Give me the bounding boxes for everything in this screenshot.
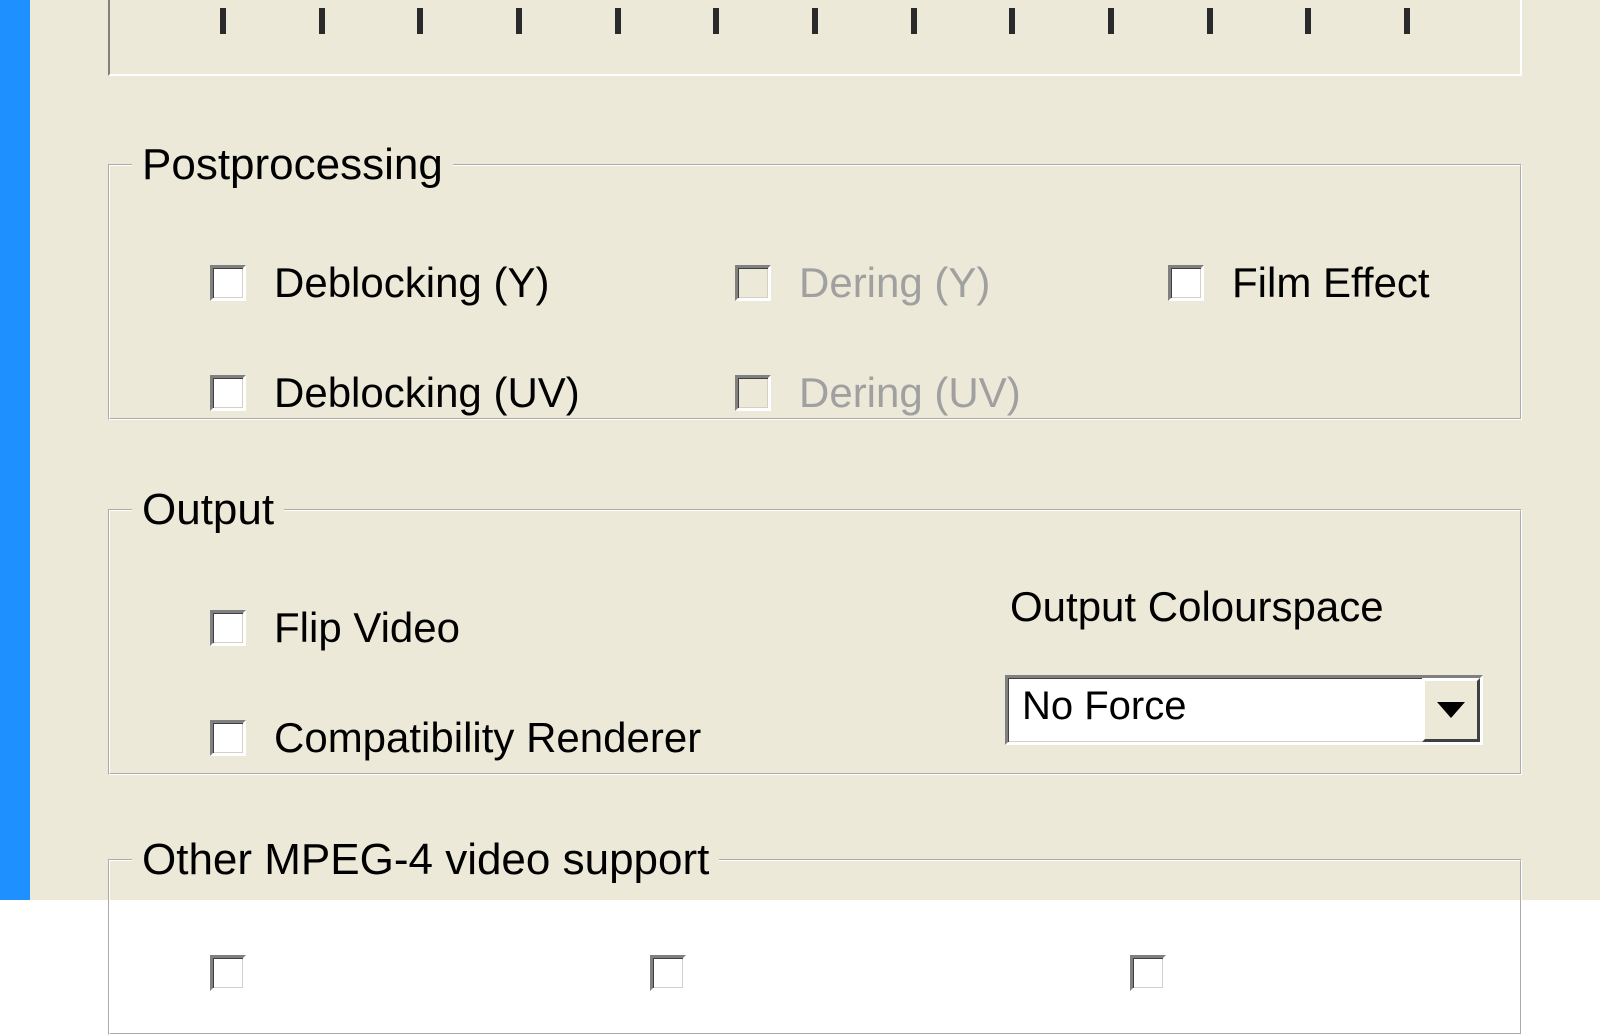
slider-tick	[319, 8, 325, 34]
checkbox-box-icon	[735, 265, 771, 301]
group-postprocessing-legend: Postprocessing	[132, 140, 453, 190]
checkbox-box-icon	[210, 720, 246, 756]
group-other-mpeg4: Other MPEG-4 video support	[108, 835, 1522, 1035]
slider-tick	[1404, 8, 1410, 34]
slider-ticks	[110, 8, 1520, 34]
checkbox-box-icon	[650, 955, 686, 991]
checkbox-deblocking-y[interactable]: Deblocking (Y)	[210, 260, 549, 306]
checkbox-label: Film Effect	[1232, 259, 1430, 307]
chevron-down-icon	[1437, 702, 1465, 718]
checkbox-box-icon	[210, 265, 246, 301]
slider-tick	[1108, 8, 1114, 34]
checkbox-label: Dering (UV)	[799, 369, 1021, 417]
slider-tick	[713, 8, 719, 34]
checkbox-box-icon	[210, 375, 246, 411]
client-area: Postprocessing Deblocking (Y) Deblocking…	[30, 0, 1600, 900]
combo-drop-button[interactable]	[1422, 678, 1480, 742]
checkbox-label: Dering (Y)	[799, 259, 990, 307]
slider-tick	[1009, 8, 1015, 34]
checkbox-mpeg4-1[interactable]	[210, 950, 246, 996]
checkbox-box-icon	[210, 955, 246, 991]
group-other-mpeg4-legend: Other MPEG-4 video support	[132, 835, 719, 885]
checkbox-flip-video[interactable]: Flip Video	[210, 605, 460, 651]
slider-tick	[220, 8, 226, 34]
slider-tick	[1207, 8, 1213, 34]
checkbox-dering-y: Dering (Y)	[735, 260, 990, 306]
slider-tick	[1305, 8, 1311, 34]
combo-output-colourspace[interactable]: No Force	[1005, 675, 1483, 745]
brightness-slider-panel	[108, 0, 1522, 76]
checkbox-label: Deblocking (UV)	[274, 369, 580, 417]
checkbox-label: Deblocking (Y)	[274, 259, 549, 307]
checkbox-film-effect[interactable]: Film Effect	[1168, 260, 1430, 306]
checkbox-label: Flip Video	[274, 604, 460, 652]
checkbox-dering-uv: Dering (UV)	[735, 370, 1021, 416]
label-output-colourspace: Output Colourspace	[1010, 583, 1384, 631]
slider-tick	[417, 8, 423, 34]
group-postprocessing: Postprocessing Deblocking (Y) Deblocking…	[108, 140, 1522, 420]
checkbox-box-icon	[735, 375, 771, 411]
checkbox-box-icon	[1168, 265, 1204, 301]
group-output-legend: Output	[132, 485, 284, 535]
slider-tick	[911, 8, 917, 34]
combo-value: No Force	[1008, 678, 1422, 742]
slider-tick	[812, 8, 818, 34]
checkbox-box-icon	[1130, 955, 1166, 991]
checkbox-label: Compatibility Renderer	[274, 714, 701, 762]
checkbox-deblocking-uv[interactable]: Deblocking (UV)	[210, 370, 580, 416]
checkbox-mpeg4-3[interactable]	[1130, 950, 1166, 996]
checkbox-mpeg4-2[interactable]	[650, 950, 686, 996]
checkbox-box-icon	[210, 610, 246, 646]
slider-tick	[516, 8, 522, 34]
group-output: Output Flip Video Compatibility Renderer…	[108, 485, 1522, 775]
slider-tick	[615, 8, 621, 34]
checkbox-compat-renderer[interactable]: Compatibility Renderer	[210, 715, 701, 761]
